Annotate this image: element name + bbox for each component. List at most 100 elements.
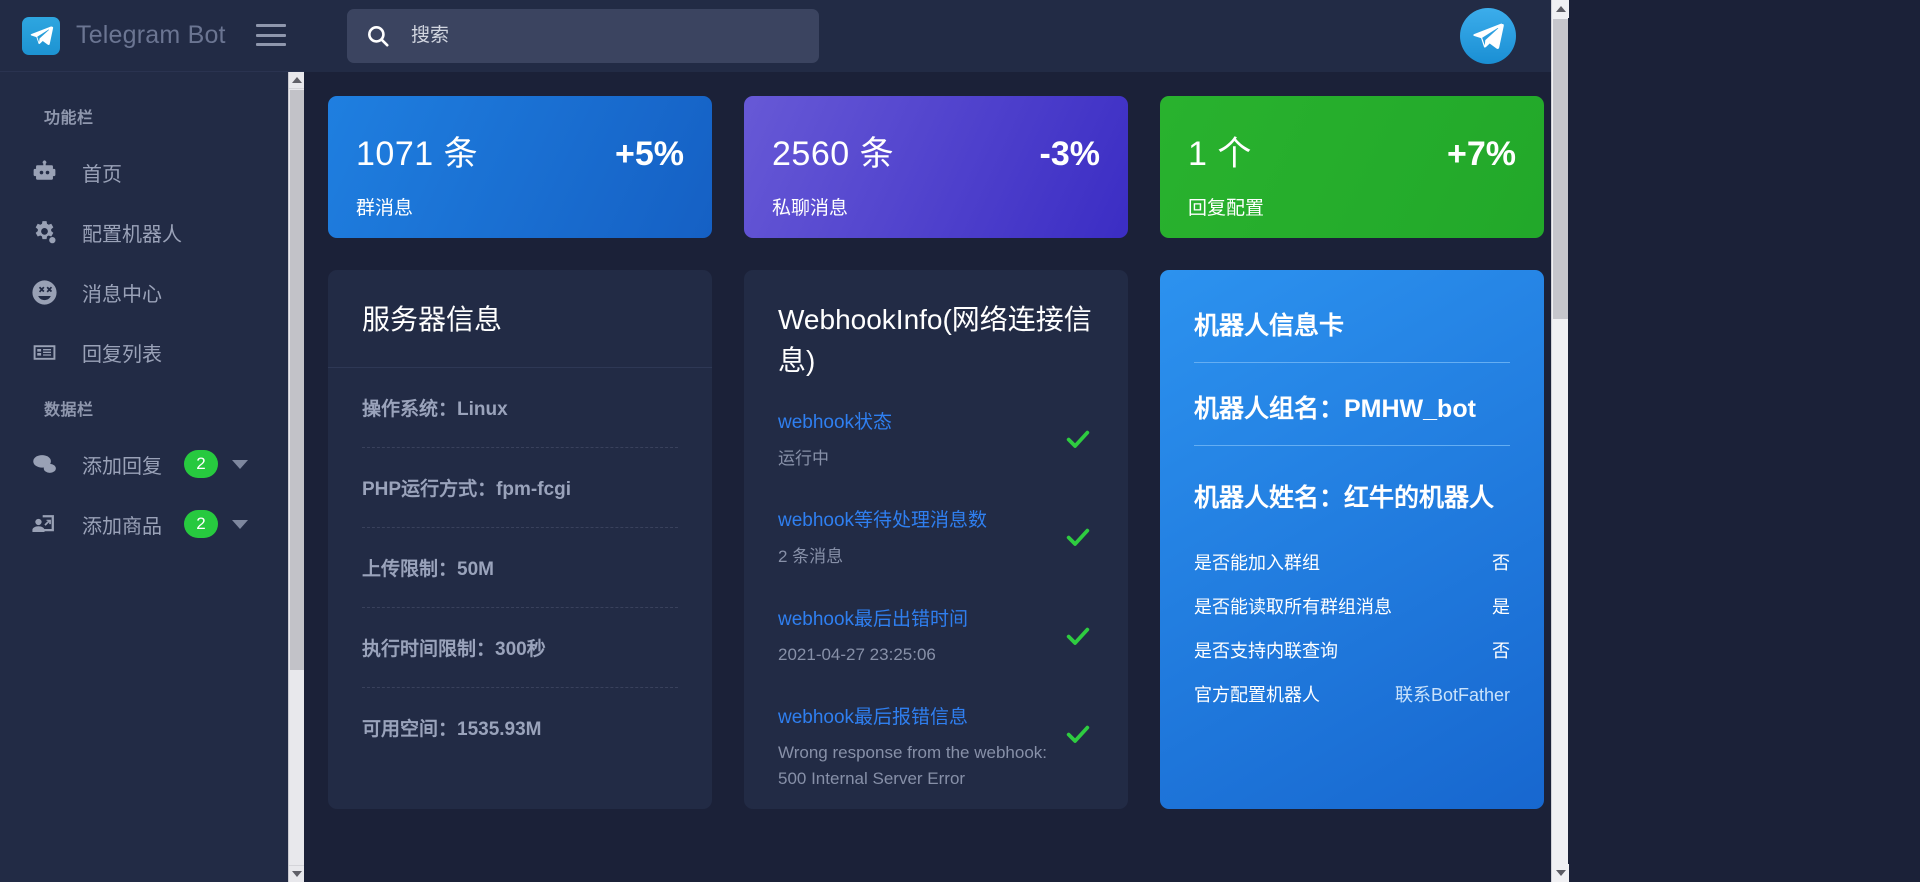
server-info-row: 上传限制：50M: [362, 528, 678, 608]
webhook-row-value: 2 条消息: [778, 547, 844, 567]
stat-value: 2560 条: [772, 135, 895, 173]
stat-card-reply-configs[interactable]: 1 个 +7% 回复配置: [1160, 96, 1544, 238]
webhook-row-name[interactable]: webhook最后报错信息: [778, 706, 1048, 731]
sidebar-section-title-1: 数据栏: [44, 402, 94, 419]
sidebar-item-label: 添加商品: [82, 515, 162, 538]
sidebar-item-label: 回复列表: [82, 343, 162, 366]
stat-label: 私聊消息: [772, 198, 849, 219]
sidebar-item-reply-list[interactable]: 回复列表: [0, 322, 304, 382]
sidebar-item-home[interactable]: 首页: [0, 142, 304, 202]
bot-attribute-row: 是否能加入群组 否: [1194, 540, 1510, 584]
sidebar-item-add-product[interactable]: 添加商品 2: [0, 494, 304, 554]
bot-attribute-row: 是否能读取所有群组消息 是: [1194, 584, 1510, 628]
avatar[interactable]: [1460, 8, 1516, 64]
page-scroll-up-button[interactable]: [1552, 0, 1569, 18]
stat-label: 群消息: [356, 198, 414, 219]
sidebar: Telegram Bot 功能栏 首页 配置机器人 消息中心 回复列表 数据栏 …: [0, 0, 305, 882]
smiley-face-icon: [30, 278, 70, 307]
sidebar-section-title-0: 功能栏: [44, 110, 94, 127]
bot-card-heading: 机器人信息卡: [1194, 306, 1510, 363]
search-icon: [365, 23, 391, 49]
telegram-paper-plane-icon: [22, 16, 60, 55]
brand-title: Telegram Bot: [76, 21, 226, 49]
bot-attribute-value: 否: [1492, 641, 1510, 661]
sidebar-item-label: 首页: [82, 163, 122, 186]
sidebar-item-label: 消息中心: [82, 283, 162, 306]
app-root: Telegram Bot 功能栏 首页 配置机器人 消息中心 回复列表 数据栏 …: [0, 0, 1569, 882]
webhook-row-value: Wrong response from the webhook: 500 Int…: [778, 743, 1047, 788]
main-area: 1071 条 +5% 群消息 2560 条 -3% 私聊消息 1 个 +7%: [304, 0, 1568, 882]
page-scroll-down-button[interactable]: [1552, 864, 1569, 882]
webhook-row-text: webhook等待处理消息数 2 条消息: [778, 509, 1064, 569]
webhook-row[interactable]: webhook最后报错信息 Wrong response from the we…: [778, 686, 1094, 810]
panels-row: 服务器信息 操作系统：Linux PHP运行方式：fpm-fcgi 上传限制：5…: [328, 270, 1544, 810]
server-info-panel: 服务器信息 操作系统：Linux PHP运行方式：fpm-fcgi 上传限制：5…: [328, 270, 712, 810]
bot-attribute-list: 是否能加入群组 否 是否能读取所有群组消息 是 是否支持内联查询 否 官方配置机…: [1194, 540, 1510, 716]
user-share-icon: [30, 510, 70, 539]
stat-card-private-messages[interactable]: 2560 条 -3% 私聊消息: [744, 96, 1128, 238]
robot-icon: [30, 158, 70, 187]
panel-title: WebhookInfo(网络连接信息): [778, 304, 1092, 376]
sidebar-scrollbar[interactable]: [288, 72, 305, 882]
webhook-row[interactable]: webhook状态 运行中: [778, 391, 1094, 489]
sidebar-scroll-down-button[interactable]: [289, 865, 305, 882]
webhook-row-name[interactable]: webhook最后出错时间: [778, 608, 1048, 633]
server-info-body: 操作系统：Linux PHP运行方式：fpm-fcgi 上传限制：50M 执行时…: [328, 368, 712, 767]
bot-attribute-key: 是否支持内联查询: [1194, 641, 1338, 661]
server-info-row: PHP运行方式：fpm-fcgi: [362, 448, 678, 528]
webhook-row-value: 运行中: [778, 448, 829, 468]
page-scrollbar-thumb[interactable]: [1553, 19, 1568, 319]
stat-percent: -3%: [1039, 135, 1100, 173]
bot-attribute-key: 是否能加入群组: [1194, 553, 1320, 573]
bot-attribute-key: 是否能读取所有群组消息: [1194, 597, 1392, 617]
list-card-icon: [30, 338, 70, 367]
stat-percent: +5%: [615, 135, 684, 173]
stat-value: 1 个: [1188, 135, 1252, 173]
server-info-row: 执行时间限制：300秒: [362, 608, 678, 688]
webhook-row-text: webhook状态 运行中: [778, 411, 1064, 471]
webhook-row[interactable]: webhook最后出错时间 2021-04-27 23:25:06: [778, 588, 1094, 686]
bot-attribute-row: 官方配置机器人 联系BotFather: [1194, 672, 1510, 716]
dashboard-content: 1071 条 +5% 群消息 2560 条 -3% 私聊消息 1 个 +7% 回…: [304, 72, 1568, 882]
chevron-down-icon[interactable]: [232, 459, 248, 469]
stat-card-group-messages[interactable]: 1071 条 +5% 群消息: [328, 96, 712, 238]
stat-card-top: 1071 条 +5%: [356, 126, 684, 175]
page-scrollbar[interactable]: [1551, 0, 1569, 882]
webhook-row-value: 2021-04-27 23:25:06: [778, 645, 936, 665]
stat-card-top: 2560 条 -3%: [772, 126, 1100, 175]
bot-attribute-value: 否: [1492, 553, 1510, 573]
chevron-down-icon[interactable]: [232, 519, 248, 529]
sidebar-badge: 2: [184, 510, 218, 538]
contact-botfather-link[interactable]: 联系BotFather: [1395, 681, 1510, 707]
check-icon: [1064, 622, 1094, 655]
hamburger-menu-icon[interactable]: [256, 22, 286, 48]
sidebar-item-add-reply[interactable]: 添加回复 2: [0, 434, 304, 494]
server-info-row: 操作系统：Linux: [362, 368, 678, 448]
stat-card-top: 1 个 +7%: [1188, 126, 1516, 175]
check-icon: [1064, 523, 1094, 556]
webhook-row-name[interactable]: webhook状态: [778, 411, 1048, 436]
sidebar-item-message-center[interactable]: 消息中心: [0, 262, 304, 322]
bot-info-card: 机器人信息卡 机器人组名：PMHW_bot 机器人姓名：红牛的机器人 是否能加入…: [1160, 270, 1544, 810]
server-info-header: 服务器信息: [328, 270, 712, 368]
panel-title: 服务器信息: [362, 304, 503, 335]
chat-bubbles-icon: [30, 450, 70, 479]
webhook-row-name[interactable]: webhook等待处理消息数: [778, 509, 1048, 534]
sidebar-scrollbar-thumb[interactable]: [290, 90, 304, 670]
sidebar-scroll-up-button[interactable]: [289, 72, 305, 89]
check-icon: [1064, 425, 1094, 458]
right-gutter: [1568, 0, 1920, 882]
stat-percent: +7%: [1447, 135, 1516, 173]
bot-group-name: 机器人组名：PMHW_bot: [1194, 389, 1510, 446]
webhook-info-body: webhook状态 运行中 webhook等待处理消息数 2 条消息 webho…: [744, 391, 1128, 809]
bot-attribute-row: 是否支持内联查询 否: [1194, 628, 1510, 672]
gears-icon: [30, 218, 70, 247]
sidebar-nav: 功能栏 首页 配置机器人 消息中心 回复列表 数据栏 添加回复 2 添加商品 2: [0, 72, 304, 882]
sidebar-item-label: 添加回复: [82, 455, 162, 478]
search-input[interactable]: [411, 25, 801, 47]
search-box[interactable]: [347, 9, 819, 63]
bot-attribute-key: 官方配置机器人: [1194, 685, 1320, 705]
sidebar-item-configure-bot[interactable]: 配置机器人: [0, 202, 304, 262]
stat-label: 回复配置: [1188, 198, 1265, 219]
webhook-row[interactable]: webhook等待处理消息数 2 条消息: [778, 489, 1094, 587]
